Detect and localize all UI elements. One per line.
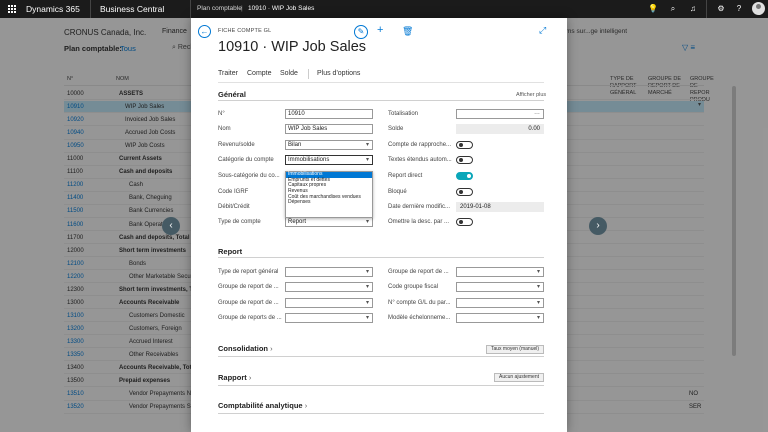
divider (190, 0, 191, 18)
field-label-bus-posting-group-2: Groupe de report de ... (388, 269, 449, 275)
account-category-select[interactable]: Immobilisations (285, 155, 373, 165)
divider (90, 0, 91, 18)
income-balance-select[interactable]: Bilan (285, 140, 373, 150)
section-general-heading[interactable]: Général (218, 90, 246, 99)
field-label-deferral-template: Modèle échelonneme... (388, 315, 451, 321)
field-label-omit-description: Omettre la desc. par ... (388, 219, 450, 225)
field-label-gen-posting-type: Type de report général (218, 269, 279, 275)
search-icon[interactable]: ⌕ (667, 3, 679, 15)
show-more-link[interactable]: Afficher plus (516, 92, 546, 98)
action-balance[interactable]: Solde (280, 70, 298, 77)
section-cost-accounting-heading[interactable]: Comptabilité analytique › (218, 401, 307, 410)
no-field[interactable]: 10910 (285, 109, 373, 119)
bus-posting-group-2-select[interactable] (456, 267, 544, 277)
bus-posting-group-select[interactable] (285, 282, 373, 292)
account-category-dropdown-list: Immobilisations Emprunts et dettes Capit… (285, 171, 373, 218)
delete-trash-icon[interactable]: 🗑 (402, 26, 413, 37)
field-label-last-modified: Date dernière modific... (388, 204, 451, 210)
divider (706, 0, 707, 18)
add-plus-icon[interactable]: + (377, 24, 383, 36)
field-label-name: Nom (218, 126, 231, 132)
deferral-template-select[interactable] (456, 313, 544, 323)
field-label-blocked: Bloqué (388, 189, 407, 195)
breadcrumb-current-page: 10910 · WIP Job Sales (248, 5, 315, 12)
chevron-right-icon: › (304, 401, 308, 410)
section-divider (218, 257, 544, 258)
section-report-heading[interactable]: Report (218, 247, 242, 256)
action-divider (308, 69, 309, 79)
gl-account-card: ← FICHE COMPTE GL 10910 · WIP Job Sales … (191, 18, 567, 432)
field-label-extended-texts: Textes étendus autom... (388, 157, 452, 163)
reconciliation-toggle[interactable] (456, 141, 473, 149)
prod-posting-group-select[interactable] (285, 298, 373, 308)
consolidation-translation-method[interactable]: Taux moyen (manuel) (486, 345, 544, 354)
field-label-debit-credit: Débit/Crédit (218, 204, 250, 210)
field-label-account-type: Type de compte (218, 219, 261, 225)
user-avatar[interactable] (752, 2, 765, 15)
blocked-toggle[interactable] (456, 188, 473, 196)
field-label-balance: Solde (388, 126, 404, 132)
edit-pencil-icon[interactable]: ✎ (354, 25, 368, 39)
section-divider (218, 356, 544, 357)
field-label-account-category: Catégorie du compte (218, 157, 274, 163)
action-more-options[interactable]: Plus d'options (317, 70, 360, 77)
gen-posting-type-select[interactable] (285, 267, 373, 277)
tax-group-select[interactable] (456, 282, 544, 292)
product-name[interactable]: Business Central (100, 4, 164, 14)
section-divider (218, 100, 544, 101)
category-option[interactable]: Dépenses (286, 200, 372, 206)
next-record-button[interactable]: › (589, 217, 607, 235)
direct-posting-toggle[interactable] (456, 172, 473, 180)
action-account[interactable]: Compte (247, 70, 272, 77)
page-title: 10910 · WIP Job Sales (218, 39, 367, 55)
notification-bell-icon[interactable]: ♫ (687, 3, 699, 15)
balance-value[interactable]: 0.00 (456, 124, 544, 134)
section-divider (218, 385, 544, 386)
app-launcher-icon[interactable] (8, 5, 16, 13)
omit-description-toggle[interactable] (456, 218, 473, 226)
extended-texts-toggle[interactable] (456, 156, 473, 164)
gear-icon[interactable]: ⚙ (715, 3, 727, 15)
app-name[interactable]: Dynamics 365 (26, 4, 80, 14)
field-label-no: N° (218, 111, 225, 117)
field-label-igrf: Code IGRF (218, 189, 249, 195)
cost-accounting-heading-text: Comptabilité analytique (218, 401, 303, 410)
breadcrumb-chart-of-accounts[interactable]: Plan comptable (197, 5, 242, 12)
section-reporting-heading[interactable]: Rapport › (218, 373, 251, 382)
field-label-tax-group: Code groupe fiscal (388, 284, 439, 290)
section-divider (218, 413, 544, 414)
consolidation-heading-text: Consolidation (218, 344, 268, 353)
vat-posting-group-select[interactable] (285, 313, 373, 323)
reporting-heading-text: Rapport (218, 373, 247, 382)
breadcrumb-separator: | (241, 5, 243, 12)
help-icon[interactable]: ? (733, 3, 745, 15)
back-arrow-icon[interactable]: ← (198, 25, 211, 38)
app-top-bar: Dynamics 365 Business Central Plan compt… (0, 0, 768, 18)
account-type-select[interactable]: Report (285, 217, 373, 227)
field-label-prod-posting-group: Groupe de report de ... (218, 300, 279, 306)
field-label-direct-posting: Report direct (388, 173, 423, 179)
field-label-bus-posting-group: Groupe de report de ... (218, 284, 279, 290)
field-label-income-balance: Revenu/solde (218, 142, 255, 148)
field-label-totaling: Totalisation (388, 111, 419, 117)
section-consolidation-heading[interactable]: Consolidation › (218, 344, 273, 353)
lightbulb-icon[interactable]: 💡 (647, 3, 659, 15)
action-bar-divider (218, 82, 544, 83)
chevron-right-icon: › (248, 373, 252, 382)
field-label-reconciliation: Compte de rapproche... (388, 142, 452, 148)
ic-account-select[interactable] (456, 298, 544, 308)
name-field[interactable]: WIP Job Sales (285, 124, 373, 134)
expand-icon[interactable]: ⤢ (539, 25, 546, 36)
action-process[interactable]: Traiter (218, 70, 238, 77)
field-label-subcategory: Sous-catégorie du co... (218, 173, 280, 179)
last-modified-value: 2019-01-08 (456, 202, 544, 212)
page-type-label: FICHE COMPTE GL (218, 28, 272, 34)
totaling-field[interactable] (456, 109, 544, 119)
field-label-vat-posting-group: Groupe de reports de ... (218, 315, 282, 321)
field-label-ic-account: N° compte G/L du par... (388, 300, 451, 306)
chevron-right-icon: › (270, 344, 273, 353)
exchange-rate-adjustment[interactable]: Aucun ajustement (494, 373, 544, 382)
previous-record-button[interactable]: ‹ (162, 217, 180, 235)
